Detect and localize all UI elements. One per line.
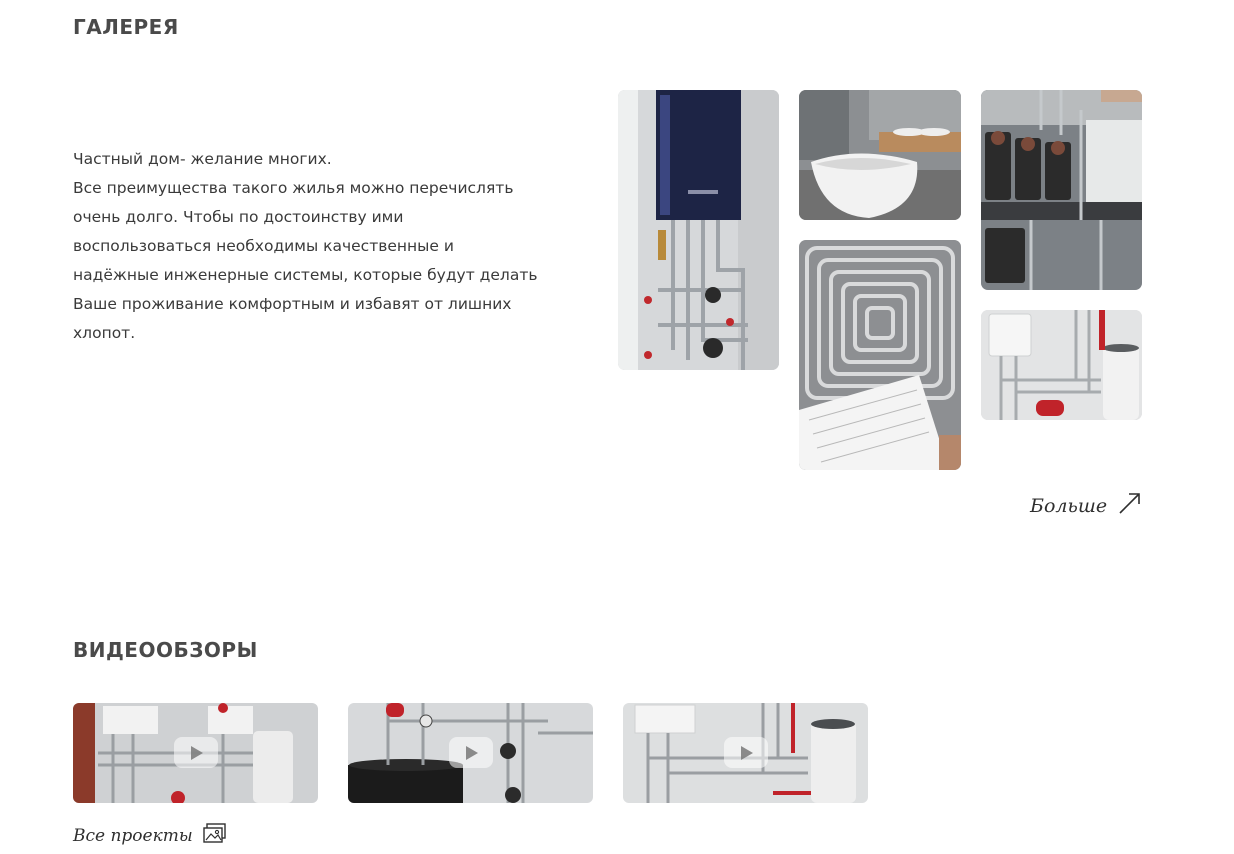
gallery-photo-bathroom[interactable] xyxy=(799,90,961,220)
gallery-photo-underfloor-heating[interactable] xyxy=(799,240,961,470)
arrow-up-right-icon xyxy=(1117,490,1143,521)
gallery-title: ГАЛЕРЕЯ xyxy=(73,15,179,39)
more-gallery-link[interactable]: Больше xyxy=(1030,490,1143,521)
video-reviews-title: ВИДЕООБЗОРЫ xyxy=(73,638,258,662)
more-gallery-label: Больше xyxy=(1030,494,1108,517)
gallery-photo-boiler[interactable] xyxy=(618,90,779,370)
all-projects-link[interactable]: Все проекты xyxy=(73,822,227,849)
all-projects-label: Все проекты xyxy=(73,825,193,846)
intro-line-2: Все преимущества такого жилья можно пере… xyxy=(73,179,538,342)
gallery-photo-water-heater[interactable] xyxy=(981,310,1142,420)
gallery-intro-text: Частный дом- желание многих. Все преимущ… xyxy=(73,145,543,348)
play-icon xyxy=(173,737,218,768)
video-card-3[interactable] xyxy=(623,703,868,803)
gallery-icon xyxy=(203,822,227,849)
video-card-1[interactable] xyxy=(73,703,318,803)
video-card-2[interactable] xyxy=(348,703,593,803)
intro-line-1: Частный дом- желание многих. xyxy=(73,150,332,168)
gallery-photo-boiler-room[interactable] xyxy=(981,90,1142,290)
play-icon xyxy=(723,737,768,768)
play-icon xyxy=(448,737,493,768)
